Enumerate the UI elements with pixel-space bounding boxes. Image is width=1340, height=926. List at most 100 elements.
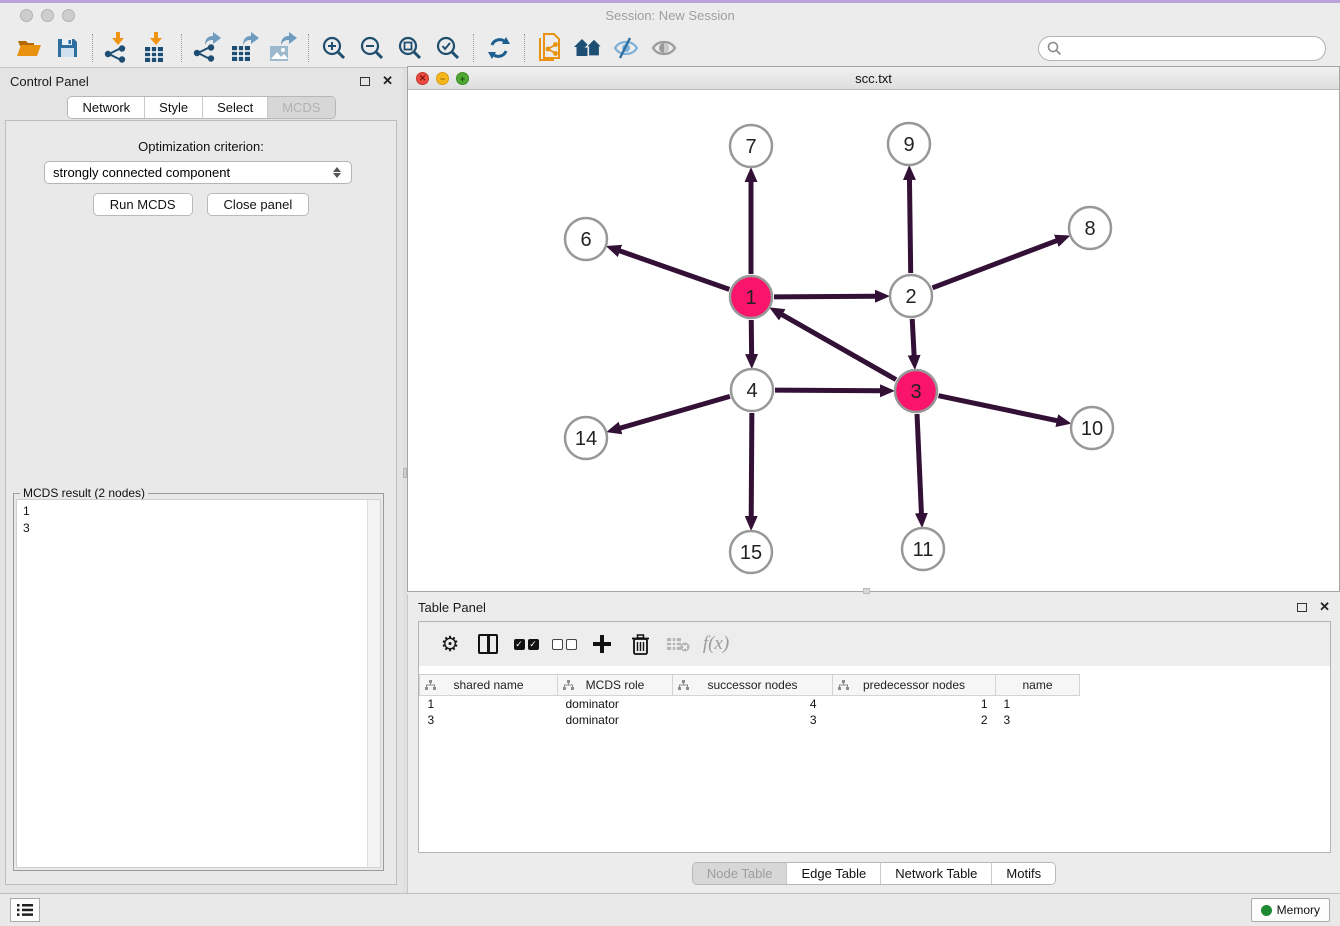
edge-3-11[interactable] — [917, 414, 921, 514]
column-header-successor-nodes[interactable]: successor nodes — [673, 675, 833, 696]
float-table-panel-icon[interactable] — [1297, 603, 1307, 612]
edge-2-9[interactable] — [909, 179, 910, 273]
tree-icon — [678, 680, 689, 691]
select-all-icon[interactable]: ✓✓ — [507, 627, 545, 661]
mcds-result-list[interactable]: 1 3 — [16, 499, 381, 868]
refresh-view-icon[interactable] — [480, 32, 518, 64]
search-box[interactable] — [1038, 36, 1326, 61]
edge-4-14[interactable] — [620, 396, 730, 428]
tab-network-table[interactable]: Network Table — [881, 863, 992, 884]
memory-button[interactable]: Memory — [1251, 898, 1330, 922]
edge-3-10[interactable] — [939, 396, 1058, 421]
show-columns-icon[interactable] — [469, 627, 507, 661]
table-panel-title: Table Panel — [418, 600, 486, 615]
task-history-button[interactable] — [10, 898, 40, 922]
tab-select[interactable]: Select — [203, 97, 268, 118]
graph-node-9[interactable]: 9 — [888, 123, 930, 165]
graph-node-8[interactable]: 8 — [1069, 207, 1111, 249]
graph-node-15[interactable]: 15 — [730, 531, 772, 573]
graph-node-3[interactable]: 3 — [895, 370, 937, 412]
show-graphics-details-icon[interactable] — [645, 32, 683, 64]
app-titlebar: Session: New Session — [0, 3, 1340, 29]
toolbar-separator — [308, 34, 309, 62]
search-input[interactable] — [1062, 39, 1325, 59]
node-table: shared name MCDS role successor nodes pr… — [419, 674, 1080, 728]
float-panel-icon[interactable] — [360, 77, 370, 86]
edge-2-8[interactable] — [933, 240, 1058, 287]
cell-shared-name[interactable]: 3 — [420, 712, 558, 728]
save-session-icon[interactable] — [48, 32, 86, 64]
cell-successor-nodes[interactable]: 3 — [673, 712, 833, 728]
edge-2-3[interactable] — [912, 319, 914, 356]
tab-motifs[interactable]: Motifs — [992, 863, 1055, 884]
delete-icon[interactable] — [621, 627, 659, 661]
result-scrollbar[interactable] — [367, 500, 380, 867]
svg-text:14: 14 — [575, 428, 597, 450]
run-mcds-button[interactable]: Run MCDS — [93, 193, 193, 216]
tab-node-table[interactable]: Node Table — [693, 863, 788, 884]
cell-predecessor-nodes[interactable]: 2 — [833, 712, 996, 728]
column-header-predecessor-nodes[interactable]: predecessor nodes — [833, 675, 996, 696]
control-panel-title: Control Panel — [10, 74, 89, 89]
graph-node-10[interactable]: 10 — [1071, 407, 1113, 449]
criterion-select[interactable]: strongly connected component — [44, 161, 352, 184]
edge-4-3[interactable] — [775, 390, 881, 391]
network-window-titlebar[interactable]: ✕ − + scc.txt — [408, 67, 1339, 90]
graph-node-4[interactable]: 4 — [731, 369, 773, 411]
column-header-name[interactable]: name — [996, 675, 1080, 696]
table-row[interactable]: 3 dominator 3 2 3 — [420, 712, 1080, 728]
graph-node-14[interactable]: 14 — [565, 417, 607, 459]
open-file-icon[interactable] — [10, 32, 48, 64]
cell-successor-nodes[interactable]: 4 — [673, 696, 833, 712]
svg-text:2: 2 — [905, 286, 916, 308]
zoom-out-icon[interactable] — [353, 32, 391, 64]
search-icon — [1047, 41, 1062, 56]
cell-mcds-role[interactable]: dominator — [558, 696, 673, 712]
column-header-mcds-role[interactable]: MCDS role — [558, 675, 673, 696]
network-canvas[interactable]: 7 9 6 8 1 2 4 3 14 10 15 11 — [408, 90, 1339, 591]
tree-icon — [425, 680, 436, 691]
close-table-panel-icon[interactable]: ✕ — [1319, 599, 1330, 615]
svg-text:9: 9 — [903, 134, 914, 156]
window-top-accent — [0, 0, 1340, 3]
zoom-in-icon[interactable] — [315, 32, 353, 64]
tab-edge-table[interactable]: Edge Table — [787, 863, 881, 884]
svg-text:10: 10 — [1081, 418, 1103, 440]
export-image-icon[interactable] — [264, 32, 302, 64]
new-network-from-selection-icon[interactable] — [531, 32, 569, 64]
export-network-icon[interactable] — [188, 32, 226, 64]
home-icon[interactable] — [569, 32, 607, 64]
network-window-title: scc.txt — [408, 71, 1339, 86]
cell-shared-name[interactable]: 1 — [420, 696, 558, 712]
close-panel-icon[interactable]: ✕ — [382, 73, 393, 89]
edge-4-15[interactable] — [751, 413, 752, 517]
tab-network[interactable]: Network — [68, 97, 145, 118]
table-settings-gear-icon[interactable]: ⚙ — [431, 627, 469, 661]
graph-node-2[interactable]: 2 — [890, 275, 932, 317]
cell-mcds-role[interactable]: dominator — [558, 712, 673, 728]
edge-1-2[interactable] — [774, 296, 876, 297]
graph-node-6[interactable]: 6 — [565, 218, 607, 260]
import-table-icon[interactable] — [137, 32, 175, 64]
zoom-selected-icon[interactable] — [429, 32, 467, 64]
tab-style[interactable]: Style — [145, 97, 203, 118]
table-row[interactable]: 1 dominator 4 1 1 — [420, 696, 1080, 712]
add-row-icon[interactable] — [583, 627, 621, 661]
cell-predecessor-nodes[interactable]: 1 — [833, 696, 996, 712]
export-table-icon[interactable] — [226, 32, 264, 64]
cell-name[interactable]: 3 — [996, 712, 1080, 728]
tab-mcds[interactable]: MCDS — [268, 97, 334, 118]
column-header-shared-name[interactable]: shared name — [420, 675, 558, 696]
hide-panels-icon[interactable] — [607, 32, 645, 64]
graph-node-7[interactable]: 7 — [730, 125, 772, 167]
graph-node-1[interactable]: 1 — [730, 276, 772, 318]
deselect-all-icon[interactable] — [545, 627, 583, 661]
graph-node-11[interactable]: 11 — [902, 528, 944, 570]
svg-text:6: 6 — [580, 229, 591, 251]
cell-name[interactable]: 1 — [996, 696, 1080, 712]
edge-1-6[interactable] — [619, 251, 729, 290]
zoom-fit-icon[interactable] — [391, 32, 429, 64]
import-network-icon[interactable] — [99, 32, 137, 64]
edge-3-1[interactable] — [781, 314, 896, 379]
close-panel-button[interactable]: Close panel — [207, 193, 310, 216]
